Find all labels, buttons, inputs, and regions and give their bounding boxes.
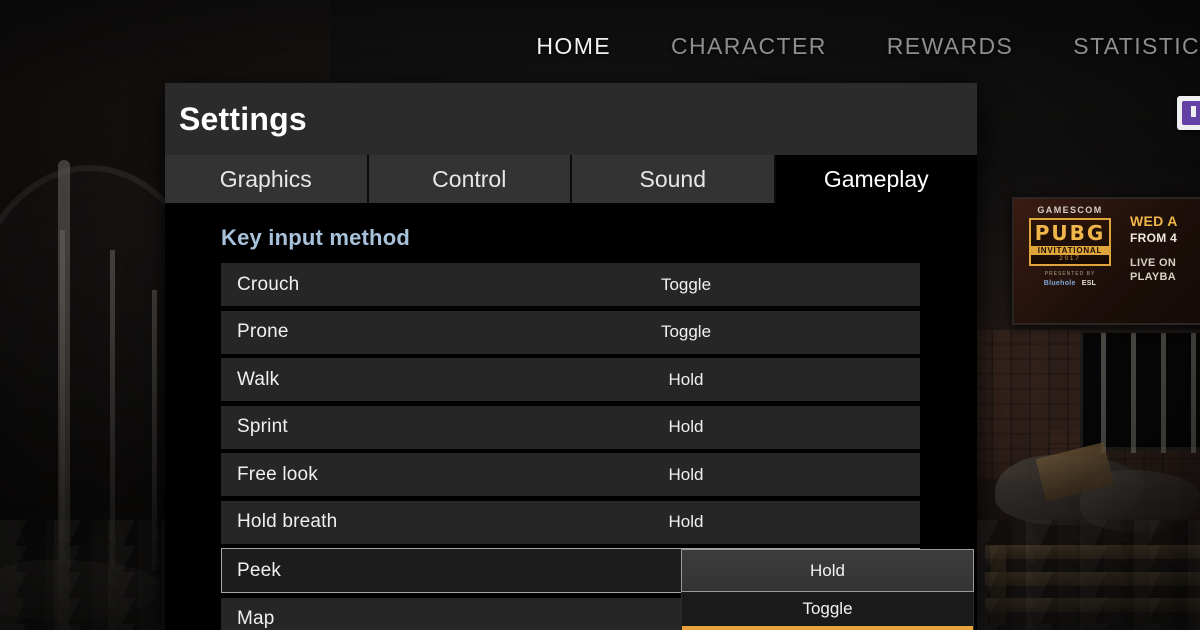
table-row[interactable]: Crouch Toggle bbox=[221, 263, 920, 306]
tab-graphics[interactable]: Graphics bbox=[165, 155, 369, 203]
banner-presented-by: PRESENTED BY bbox=[1044, 271, 1096, 277]
row-label: Peek bbox=[237, 559, 282, 581]
nav-item-character[interactable]: CHARACTER bbox=[641, 0, 857, 92]
row-value[interactable]: Toggle bbox=[606, 322, 766, 342]
row-label: Walk bbox=[237, 368, 280, 390]
key-input-dropdown[interactable]: Hold Toggle Hold bbox=[681, 549, 974, 630]
table-row[interactable]: Free look Hold bbox=[221, 453, 920, 496]
row-label: Hold breath bbox=[237, 511, 338, 532]
section-title-key-input-method: Key input method bbox=[221, 225, 410, 250]
row-label: Prone bbox=[237, 321, 289, 342]
screen: HOME CHARACTER REWARDS STATISTIC GAMESCO… bbox=[0, 0, 1200, 630]
settings-body: Key input method Crouch Toggle Prone Tog… bbox=[165, 203, 977, 630]
tab-control[interactable]: Control bbox=[368, 155, 572, 203]
banner-pubg-text: PUBG bbox=[1034, 221, 1106, 245]
top-navigation: HOME CHARACTER REWARDS STATISTIC bbox=[0, 0, 1200, 92]
table-row[interactable]: Hold breath Hold bbox=[221, 500, 920, 544]
table-row[interactable]: Prone Toggle bbox=[221, 310, 920, 354]
row-value[interactable]: Hold bbox=[606, 465, 766, 485]
sponsor-bluehole: Bluehole bbox=[1043, 280, 1076, 287]
row-label: Crouch bbox=[237, 273, 300, 295]
dropdown-option-toggle[interactable]: Toggle bbox=[682, 592, 973, 626]
row-label: Map bbox=[237, 608, 275, 629]
tab-gameplay[interactable]: Gameplay bbox=[775, 155, 977, 203]
banner-line-1: WED A bbox=[1130, 213, 1178, 229]
twitch-icon[interactable] bbox=[1177, 96, 1200, 130]
row-label: Free look bbox=[237, 463, 319, 485]
page-title: Settings bbox=[179, 100, 307, 137]
table-row-selected-peek[interactable]: Peek Hold Toggle Hold bbox=[221, 548, 974, 630]
banner-sponsors: Bluehole ESL bbox=[1044, 280, 1096, 287]
banner-gamescom-label: GAMESCOM bbox=[1037, 205, 1103, 215]
nav-item-statistic[interactable]: STATISTIC bbox=[1043, 0, 1200, 92]
sponsor-esl: ESL bbox=[1081, 280, 1097, 287]
banner-invitational-text: INVITATIONAL bbox=[1031, 246, 1109, 255]
row-value[interactable]: Hold bbox=[606, 417, 766, 437]
banner-text-area: WED A FROM 4 LIVE ON PLAYBA bbox=[1126, 199, 1200, 323]
settings-header: Settings bbox=[165, 83, 977, 155]
row-value[interactable]: Hold bbox=[606, 370, 766, 390]
twitch-glyph bbox=[1182, 101, 1200, 125]
settings-panel: Settings Graphics Control Sound Gameplay… bbox=[165, 83, 977, 630]
dropdown-selected-value[interactable]: Hold bbox=[681, 549, 974, 592]
row-label: Sprint bbox=[237, 416, 288, 437]
table-row[interactable]: Walk Hold bbox=[221, 358, 920, 401]
esports-banner[interactable]: GAMESCOM PUBG INVITATIONAL 2017 PRESENTE… bbox=[1012, 197, 1200, 325]
dropdown-option-list: Toggle Hold bbox=[681, 592, 974, 630]
settings-tabs: Graphics Control Sound Gameplay bbox=[165, 155, 977, 203]
banner-logo-area: GAMESCOM PUBG INVITATIONAL 2017 PRESENTE… bbox=[1014, 199, 1126, 323]
key-input-method-list: Crouch Toggle Prone Toggle Walk Hold Spr… bbox=[165, 263, 977, 630]
banner-line-3: LIVE ON bbox=[1130, 257, 1177, 269]
banner-year-text: 2017 bbox=[1059, 256, 1081, 262]
row-value[interactable]: Hold bbox=[606, 512, 766, 532]
table-row[interactable]: Sprint Hold bbox=[221, 405, 920, 449]
nav-item-home[interactable]: HOME bbox=[506, 0, 641, 92]
nav-item-rewards[interactable]: REWARDS bbox=[857, 0, 1044, 92]
row-value[interactable]: Toggle bbox=[606, 275, 766, 295]
dropdown-option-hold[interactable]: Hold bbox=[682, 626, 973, 630]
tab-sound[interactable]: Sound bbox=[572, 155, 776, 203]
pubg-invitational-logo: PUBG INVITATIONAL 2017 bbox=[1029, 218, 1111, 266]
banner-line-4: PLAYBA bbox=[1130, 271, 1177, 283]
banner-line-2: FROM 4 bbox=[1130, 231, 1178, 245]
